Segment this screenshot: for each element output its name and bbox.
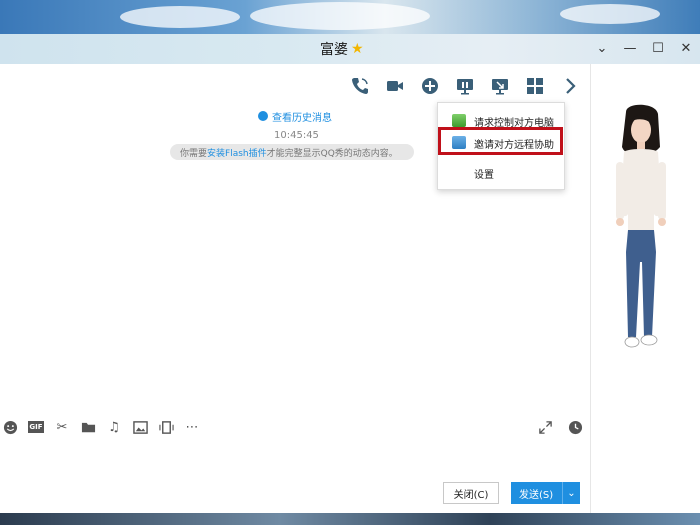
message-timestamp: 10:45:45 (274, 130, 319, 141)
chevron-down-icon[interactable]: ⌄ (594, 39, 610, 57)
input-toolbar: GIF ✂ ♫ ⋯ (2, 418, 200, 436)
qq-show-avatar (606, 102, 676, 362)
scissors-icon[interactable]: ✂ (54, 419, 70, 435)
chevron-right-icon[interactable] (558, 75, 581, 98)
more-icon[interactable]: ⋯ (184, 419, 200, 435)
apps-icon[interactable] (523, 75, 546, 98)
phone-icon[interactable] (348, 75, 371, 98)
highlight-annotation (438, 127, 563, 155)
flash-notice: 你需要 安装Flash插件 才能完整显示QQ秀的动态内容。 (170, 144, 414, 160)
phone-frame-icon[interactable] (158, 419, 174, 435)
flash-notice-prefix: 你需要 (180, 148, 208, 159)
add-icon[interactable] (418, 75, 441, 98)
music-icon[interactable]: ♫ (106, 419, 122, 435)
screen-share-icon[interactable] (453, 75, 476, 98)
chat-window: 富婆 ★ ⌄ — ☐ ✕ 查看历史消息 10:45:45 你需要 安装Flash… (0, 34, 700, 513)
desktop-background-top (0, 0, 700, 34)
send-options-chevron-icon[interactable]: ⌄ (562, 482, 580, 504)
folder-icon[interactable] (80, 419, 96, 435)
menu-item-label: 设置 (474, 169, 494, 181)
emoji-icon[interactable] (2, 419, 18, 435)
flash-notice-suffix: 才能完整显示QQ秀的动态内容。 (266, 148, 398, 159)
clock-icon (258, 111, 268, 121)
close-chat-button[interactable]: 关闭(C) (443, 482, 499, 504)
gif-icon-text: GIF (28, 421, 44, 433)
close-window-button[interactable]: ✕ (678, 39, 694, 57)
menu-item-settings[interactable]: 设置 (438, 161, 564, 185)
window-title: 富婆 (320, 42, 348, 58)
side-panel-divider (590, 64, 591, 513)
minimize-button[interactable]: — (622, 39, 638, 57)
image-icon[interactable] (132, 419, 148, 435)
desktop-background-bottom (0, 513, 700, 525)
chat-toolbar (348, 74, 581, 98)
send-button[interactable]: 发送(S) ⌄ (511, 482, 580, 504)
title-bar: 富婆 ★ ⌄ — ☐ ✕ (0, 34, 700, 64)
expand-icon[interactable] (538, 418, 553, 436)
flash-install-link[interactable]: 安装Flash插件 (207, 146, 267, 159)
video-icon[interactable] (383, 75, 406, 98)
history-link-label: 查看历史消息 (272, 112, 332, 124)
history-clock-icon[interactable] (568, 418, 583, 436)
send-button-label: 发送(S) (519, 489, 554, 501)
star-icon: ★ (351, 41, 364, 57)
history-link[interactable]: 查看历史消息 (258, 109, 332, 124)
remote-desktop-icon[interactable] (488, 75, 511, 98)
remote-control-icon (452, 114, 466, 127)
maximize-button[interactable]: ☐ (650, 39, 666, 57)
gif-icon[interactable]: GIF (28, 419, 44, 435)
